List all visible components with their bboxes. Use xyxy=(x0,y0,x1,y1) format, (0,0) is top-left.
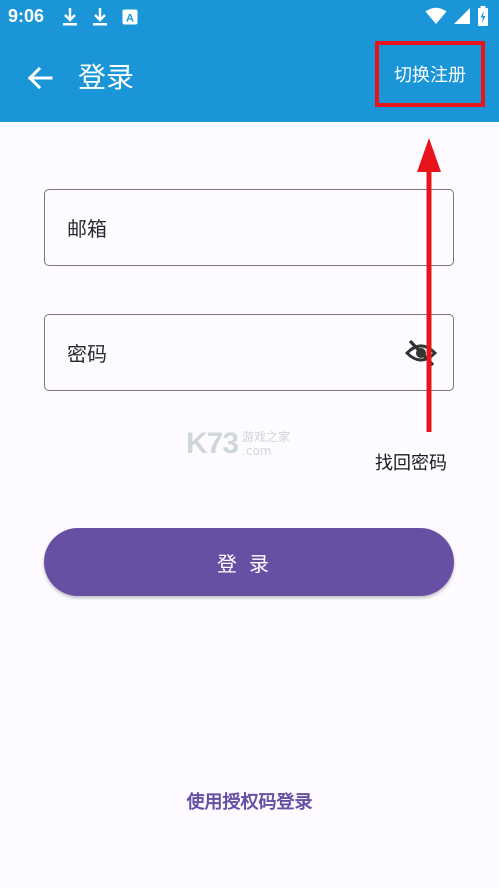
login-button[interactable]: 登录 xyxy=(44,528,454,596)
watermark-logo: K73 xyxy=(186,427,239,460)
status-bar: 9:06 A xyxy=(0,0,499,34)
signal-icon xyxy=(454,8,470,24)
watermark-line2: .com xyxy=(242,444,272,458)
svg-text:A: A xyxy=(126,13,134,25)
forgot-password-link[interactable]: 找回密码 xyxy=(375,449,447,475)
download-icon xyxy=(63,8,77,26)
download-icon xyxy=(93,8,107,26)
status-time: 9:06 xyxy=(8,6,45,26)
watermark-text: 游戏之家 .com xyxy=(242,430,290,458)
eye-off-icon[interactable] xyxy=(405,337,437,369)
a-keyboard-icon: A xyxy=(122,9,138,25)
switch-register-label: 切换注册 xyxy=(394,65,466,86)
email-field-label: 邮箱 xyxy=(67,217,107,241)
login-button-label: 登录 xyxy=(217,551,281,576)
arrow-left-icon xyxy=(27,66,53,90)
switch-register-button[interactable]: 切换注册 xyxy=(375,41,485,107)
back-button[interactable] xyxy=(20,58,60,98)
password-field-label: 密码 xyxy=(67,342,107,366)
watermark-line1: 游戏之家 xyxy=(242,430,291,444)
password-field[interactable]: 密码 xyxy=(44,314,454,391)
auth-code-login-label: 使用授权码登录 xyxy=(186,792,313,813)
auth-code-login-link[interactable]: 使用授权码登录 xyxy=(0,788,499,814)
page-title: 登录 xyxy=(78,61,135,94)
status-notification-icons: A xyxy=(62,7,138,27)
app-bar: 登录 切换注册 xyxy=(0,34,499,122)
battery-charging-icon xyxy=(478,6,488,26)
email-field[interactable]: 邮箱 xyxy=(44,189,454,266)
watermark: K73 游戏之家 .com xyxy=(186,427,290,461)
wifi-icon xyxy=(425,7,447,24)
status-system-icons xyxy=(425,6,489,26)
